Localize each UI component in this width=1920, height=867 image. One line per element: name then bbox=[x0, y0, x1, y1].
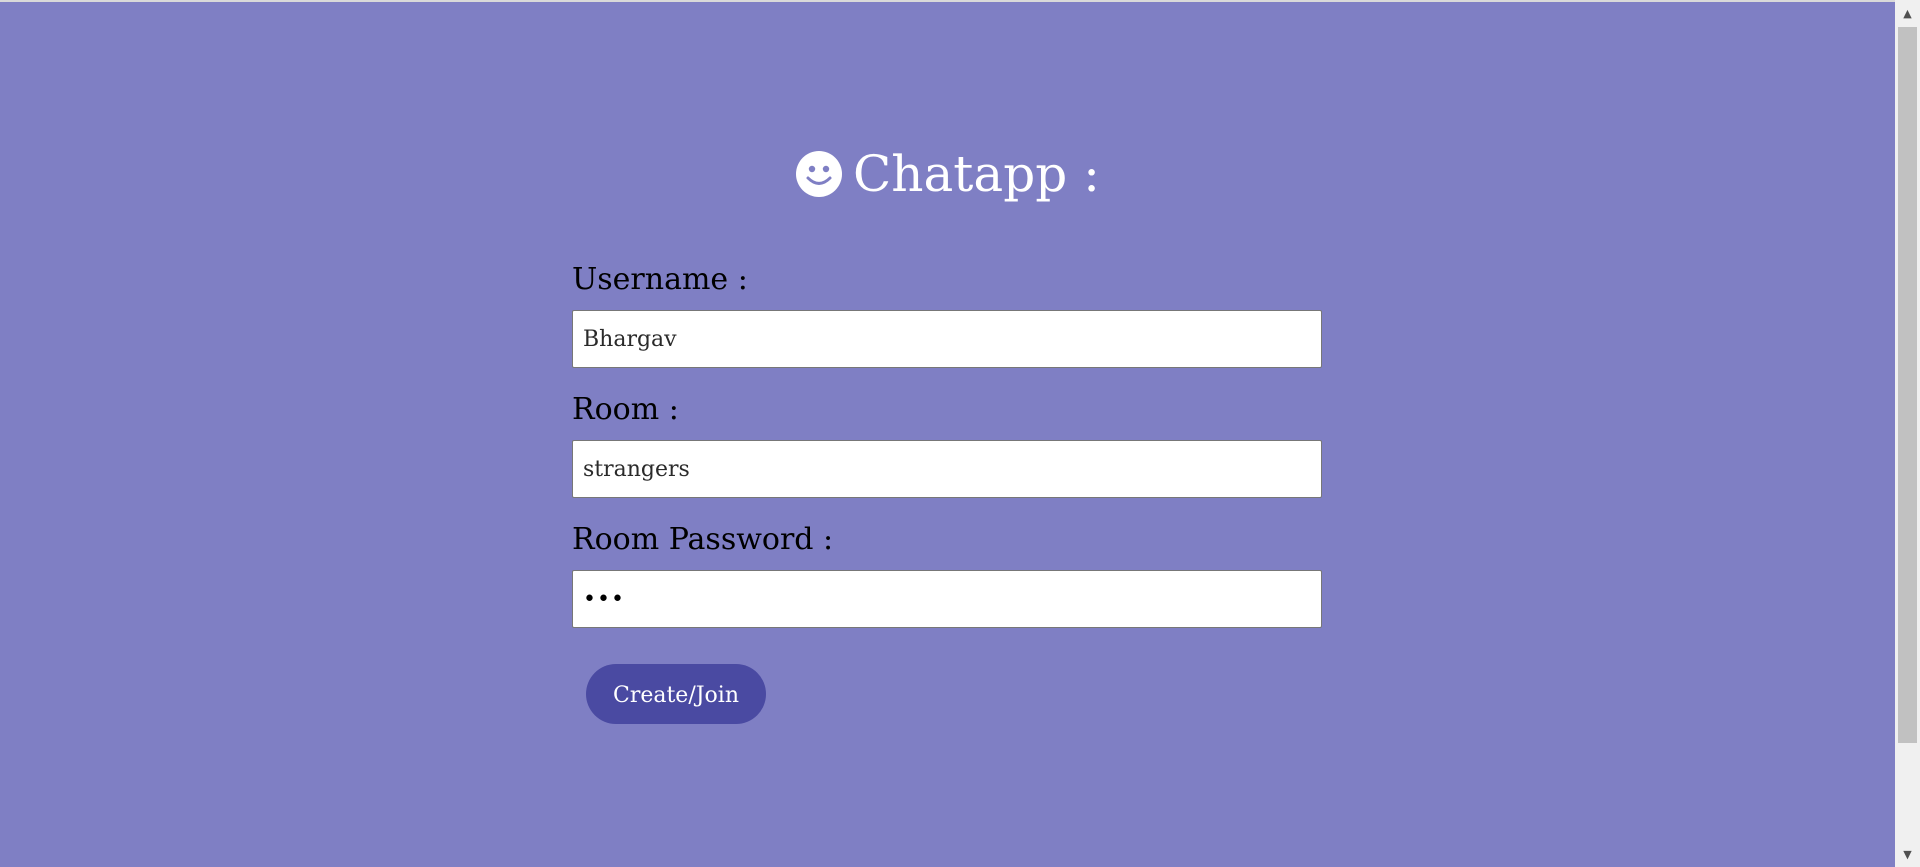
create-join-button[interactable]: Create/Join bbox=[586, 664, 766, 724]
room-label: Room : bbox=[572, 392, 679, 427]
room-password-input[interactable] bbox=[572, 570, 1322, 628]
join-form: Username : Room : Room Password : bbox=[572, 260, 1324, 650]
username-label: Username : bbox=[572, 262, 748, 297]
page-viewport: Chatapp : Username : Room : Room Passwor… bbox=[0, 0, 1895, 867]
scrollbar-thumb[interactable] bbox=[1898, 27, 1917, 743]
room-input[interactable] bbox=[572, 440, 1322, 498]
app-title: Chatapp : bbox=[853, 145, 1100, 203]
vertical-scrollbar[interactable]: ▲ ▼ bbox=[1895, 0, 1920, 867]
app-header: Chatapp : bbox=[0, 144, 1895, 204]
scroll-down-arrow-icon[interactable]: ▼ bbox=[1895, 844, 1920, 864]
scroll-up-arrow-icon[interactable]: ▲ bbox=[1895, 3, 1920, 23]
smiley-face-icon bbox=[796, 151, 843, 197]
username-input[interactable] bbox=[572, 310, 1322, 368]
room-password-label: Room Password : bbox=[572, 522, 834, 557]
